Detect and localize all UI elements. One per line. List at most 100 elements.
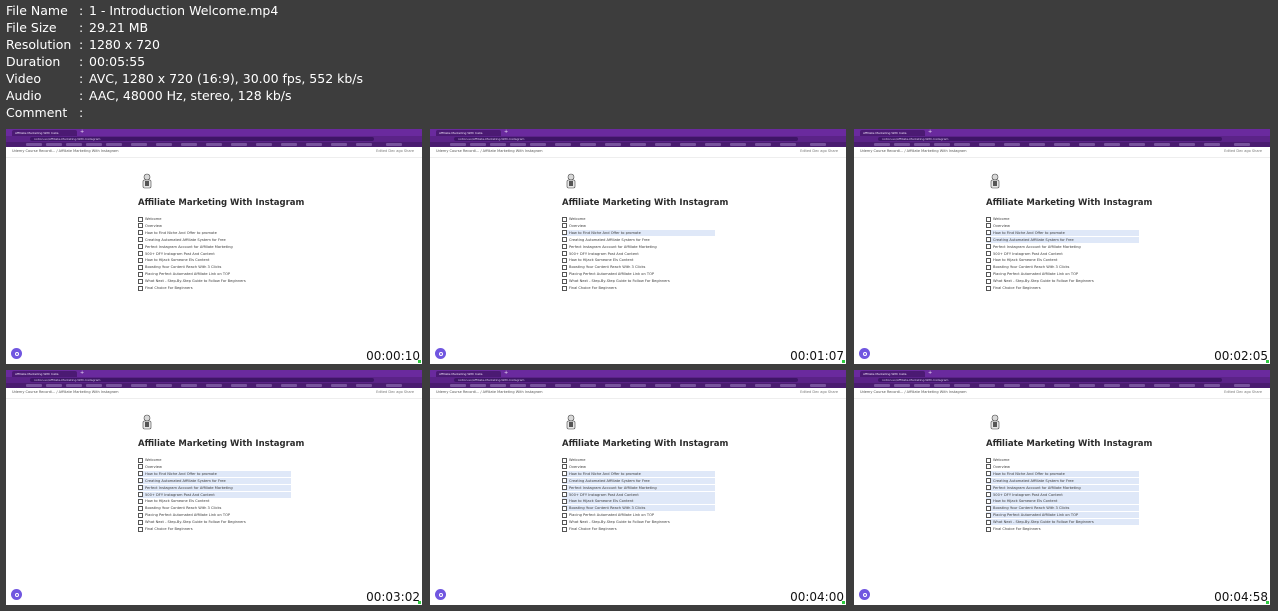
help-button[interactable] (435, 348, 446, 359)
checklist-item[interactable]: What Next - Step-By-Step Guide to Follow… (562, 519, 722, 525)
checkbox[interactable] (986, 271, 991, 277)
checkbox[interactable] (562, 492, 567, 497)
checklist-item[interactable]: How to Hijack Someone Els Content (138, 498, 298, 504)
checkbox[interactable] (986, 471, 991, 477)
checklist-item[interactable]: What Next - Step-By-Step Guide to Follow… (986, 519, 1139, 526)
checklist-item[interactable]: How to Hijack Someone Els Content (562, 498, 715, 505)
checklist-item[interactable]: 500+ DFY Instagram Post And Content (562, 251, 722, 257)
checklist-item[interactable]: How to Hijack Someone Els Content (138, 257, 298, 263)
help-button[interactable] (859, 348, 870, 359)
help-button[interactable] (11, 589, 22, 600)
checkbox[interactable] (986, 216, 991, 222)
checkbox[interactable] (562, 223, 567, 229)
checklist-item[interactable]: Overview (562, 464, 722, 470)
checklist-item[interactable]: Boosting Your Content Reach With 3 Click… (562, 264, 722, 270)
checklist-item[interactable]: What Next - Step-By-Step Guide to Follow… (986, 278, 1146, 284)
checkbox[interactable] (138, 505, 143, 511)
checklist-item[interactable]: Final Choice For Beginners (562, 526, 722, 532)
checkbox[interactable] (986, 230, 991, 236)
checklist-item[interactable]: Welcome (138, 457, 298, 463)
checklist-item[interactable]: How to Hijack Someone Els Content (986, 257, 1146, 263)
checkbox[interactable] (562, 237, 567, 243)
checklist-item[interactable]: Placing Perfect Automated Affiliate Link… (562, 271, 722, 277)
checkbox[interactable] (986, 485, 991, 491)
checklist-item[interactable]: Creating Automated Affiliate System for … (562, 477, 715, 484)
checkbox[interactable] (562, 464, 567, 470)
checkbox[interactable] (986, 464, 991, 470)
checklist-item[interactable]: Perfect Instagram Account for Affiliate … (138, 244, 298, 250)
checkbox[interactable] (986, 244, 991, 250)
checkbox[interactable] (986, 257, 991, 263)
checkbox[interactable] (138, 512, 143, 518)
checklist-item[interactable]: Perfect Instagram Account for Affiliate … (562, 484, 715, 491)
checkbox[interactable] (986, 519, 991, 525)
checklist-item[interactable]: Creating Automated Affiliate System for … (562, 237, 722, 243)
checklist-item[interactable]: 500+ DFY Instagram Post And Content (986, 491, 1139, 498)
help-button[interactable] (859, 589, 870, 600)
checklist-item[interactable]: 500+ DFY Instagram Post And Content (562, 491, 715, 498)
checklist-item[interactable]: How to Find Niche And Offer to promote (562, 470, 715, 477)
checklist-item[interactable]: Creating Automated Affiliate System for … (986, 477, 1139, 484)
checklist-item[interactable]: Final Choice For Beginners (986, 285, 1146, 291)
checkbox[interactable] (138, 471, 143, 477)
checkbox[interactable] (562, 526, 567, 532)
checkbox[interactable] (562, 264, 567, 270)
checkbox[interactable] (986, 457, 991, 463)
checklist-item[interactable]: Overview (986, 464, 1146, 470)
checklist-item[interactable]: Welcome (562, 457, 722, 463)
checkbox[interactable] (138, 230, 143, 236)
checklist-item[interactable]: Creating Automated Affiliate System for … (138, 237, 298, 243)
checkbox[interactable] (562, 271, 567, 277)
checklist-item[interactable]: Perfect Instagram Account for Affiliate … (986, 244, 1146, 250)
checklist-item[interactable]: 500+ DFY Instagram Post And Content (138, 491, 291, 498)
checklist-item[interactable]: Placing Perfect Automated Affiliate Link… (986, 271, 1146, 277)
checklist-item[interactable]: How to Find Niche And Offer to promote (138, 230, 298, 236)
checklist-item[interactable]: Boosting Your Content Reach With 3 Click… (562, 505, 715, 512)
checkbox[interactable] (562, 216, 567, 222)
checkbox[interactable] (562, 505, 567, 511)
checkbox[interactable] (138, 216, 143, 222)
checkbox[interactable] (986, 492, 991, 497)
checkbox[interactable] (986, 478, 991, 484)
checklist-item[interactable]: Boosting Your Content Reach With 3 Click… (986, 264, 1146, 270)
checklist-item[interactable]: Overview (138, 223, 298, 229)
checkbox[interactable] (986, 223, 991, 229)
checkbox[interactable] (138, 526, 143, 532)
checklist-item[interactable]: Boosting Your Content Reach With 3 Click… (986, 505, 1139, 512)
checklist-item[interactable]: What Next - Step-By-Step Guide to Follow… (562, 278, 722, 284)
checkbox[interactable] (562, 512, 567, 518)
checkbox[interactable] (562, 478, 567, 484)
checklist-item[interactable]: How to Find Niche And Offer to promote (986, 229, 1139, 236)
checklist-item[interactable]: How to Hijack Someone Els Content (562, 257, 722, 263)
checklist-item[interactable]: How to Find Niche And Offer to promote (986, 470, 1139, 477)
checkbox[interactable] (562, 485, 567, 491)
checkbox[interactable] (138, 492, 143, 497)
checkbox[interactable] (562, 244, 567, 250)
checkbox[interactable] (138, 498, 143, 504)
checkbox[interactable] (986, 285, 991, 291)
help-button[interactable] (11, 348, 22, 359)
checkbox[interactable] (138, 271, 143, 277)
checklist-item[interactable]: Placing Perfect Automated Affiliate Link… (562, 512, 722, 518)
checkbox[interactable] (562, 519, 567, 525)
checkbox[interactable] (562, 278, 567, 284)
checkbox[interactable] (138, 264, 143, 270)
checklist-item[interactable]: Welcome (562, 216, 722, 222)
checkbox[interactable] (138, 478, 143, 484)
checkbox[interactable] (562, 257, 567, 263)
checklist-item[interactable]: 500+ DFY Instagram Post And Content (138, 251, 298, 257)
checkbox[interactable] (138, 485, 143, 491)
checklist-item[interactable]: Overview (562, 223, 722, 229)
checkbox[interactable] (562, 471, 567, 477)
checklist-item[interactable]: Boosting Your Content Reach With 3 Click… (138, 264, 298, 270)
checklist-item[interactable]: Welcome (138, 216, 298, 222)
checkbox[interactable] (986, 278, 991, 284)
checkbox[interactable] (138, 244, 143, 250)
help-button[interactable] (435, 589, 446, 600)
checklist-item[interactable]: Perfect Instagram Account for Affiliate … (986, 484, 1139, 491)
checkbox[interactable] (562, 251, 567, 256)
checkbox[interactable] (986, 526, 991, 532)
checklist-item[interactable]: Final Choice For Beginners (138, 526, 298, 532)
checkbox[interactable] (138, 464, 143, 470)
checkbox[interactable] (562, 285, 567, 291)
